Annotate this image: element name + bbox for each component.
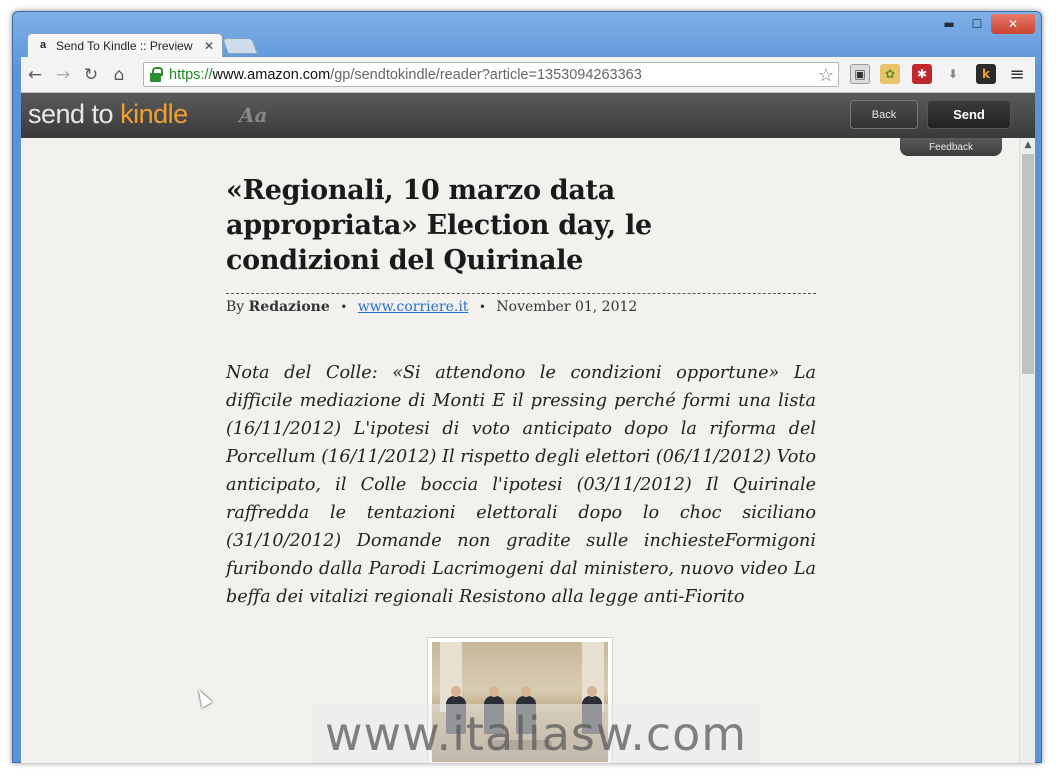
separator-dot: • xyxy=(478,300,486,314)
kindle-k-icon[interactable]: k xyxy=(976,64,996,84)
window-controls: ▬ ☐ ✕ xyxy=(935,14,1035,34)
page-content: send to kindle Aa Back Send Feedback ▲ «… xyxy=(21,93,1035,763)
lock-icon xyxy=(150,66,163,82)
home-icon[interactable]: ⌂ xyxy=(105,65,133,85)
maximize-button[interactable]: ☐ xyxy=(963,14,991,34)
scrollbar[interactable]: ▲ xyxy=(1019,138,1035,763)
reload-icon[interactable]: ↻ xyxy=(77,65,105,85)
browser-toolbar: ← → ↻ ⌂ https:// www.amazon.com /gp/send… xyxy=(21,57,1035,93)
back-button[interactable]: Back xyxy=(850,100,918,129)
evernote-icon[interactable]: ▣ xyxy=(850,64,870,84)
byline-prefix: By xyxy=(226,299,245,315)
minimize-button[interactable]: ▬ xyxy=(935,14,963,34)
new-tab-button[interactable] xyxy=(222,38,258,54)
scroll-thumb[interactable] xyxy=(1022,154,1034,374)
font-settings-button[interactable]: Aa xyxy=(239,103,267,127)
feedback-tab[interactable]: Feedback xyxy=(900,138,1002,156)
send-button[interactable]: Send xyxy=(927,100,1011,129)
url-host: www.amazon.com xyxy=(212,66,331,83)
scroll-up-arrow-icon[interactable]: ▲ xyxy=(1020,140,1035,150)
download-icon[interactable]: ⬇ xyxy=(943,64,963,84)
watermark: www.italiasw.com xyxy=(311,704,761,763)
tab-close-icon[interactable]: ✕ xyxy=(204,39,214,53)
publish-date: November 01, 2012 xyxy=(496,299,638,315)
box-icon[interactable]: ✿ xyxy=(880,64,900,84)
send-to-kindle-logo: send to kindle xyxy=(28,99,188,129)
lastpass-icon[interactable]: ✱ xyxy=(912,64,932,84)
url-scheme: https:// xyxy=(169,66,213,83)
separator-dot: • xyxy=(340,300,348,314)
back-arrow-icon[interactable]: ← xyxy=(21,65,49,85)
browser-tab[interactable]: a Send To Kindle :: Preview ✕ xyxy=(27,33,223,58)
url-path: /gp/sendtokindle/reader?article=13530942… xyxy=(330,66,642,83)
article-headline: «Regionali, 10 marzo data appropriata» E… xyxy=(226,175,652,276)
mouse-cursor-icon xyxy=(193,687,213,708)
article: «Regionali, 10 marzo data appropriata» E… xyxy=(226,173,816,611)
send-to-kindle-header: send to kindle Aa Back Send xyxy=(21,93,1035,138)
source-link[interactable]: www.corriere.it xyxy=(358,299,469,315)
forward-arrow-icon[interactable]: → xyxy=(49,65,77,85)
close-window-button[interactable]: ✕ xyxy=(991,14,1035,34)
menu-icon[interactable]: ≡ xyxy=(1007,64,1027,85)
address-bar[interactable]: https:// www.amazon.com /gp/sendtokindle… xyxy=(143,62,839,87)
author-name: Redazione xyxy=(248,299,330,315)
byline: By Redazione • www.corriere.it • Novembe… xyxy=(226,293,816,315)
amazon-favicon-icon: a xyxy=(39,39,47,51)
bookmark-star-icon[interactable]: ☆ xyxy=(818,65,834,86)
tab-title: Send To Kindle :: Preview xyxy=(56,39,193,53)
browser-window: ▬ ☐ ✕ a Send To Kindle :: Preview ✕ ← → … xyxy=(12,11,1042,763)
article-lede: Nota del Colle: «Si attendono le condizi… xyxy=(226,363,816,607)
